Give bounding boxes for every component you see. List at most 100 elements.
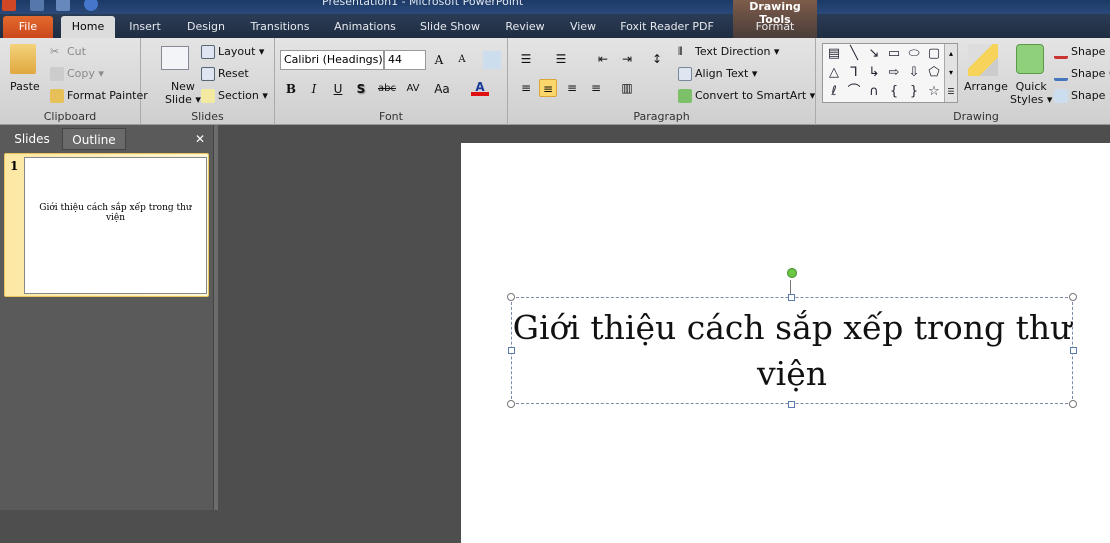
elbow-connector-icon[interactable]: ⅂ xyxy=(845,65,863,81)
tab-slides[interactable]: Slides xyxy=(4,128,60,150)
slide-thumbnail-1[interactable]: 1 Giới thiệu cách sắp xếp trong thư viện xyxy=(4,153,209,297)
underline-button[interactable]: U xyxy=(329,80,347,98)
tab-outline[interactable]: Outline xyxy=(62,128,126,150)
arrange-icon[interactable] xyxy=(968,44,998,76)
shadow-button[interactable]: S xyxy=(352,80,370,98)
cut-button[interactable]: ✂ Cut xyxy=(50,45,86,59)
align-text-button[interactable]: Align Text ▾ xyxy=(678,67,757,81)
decrease-indent-icon[interactable]: ⇤ xyxy=(594,50,612,68)
font-size-select[interactable]: 44 xyxy=(384,50,426,70)
resize-handle-l[interactable] xyxy=(508,347,515,354)
right-arrow-shape-icon[interactable]: ⇨ xyxy=(885,65,903,81)
pencil-icon xyxy=(1054,67,1068,81)
star-shape-icon[interactable]: ☆ xyxy=(925,84,943,100)
increase-indent-icon[interactable]: ⇥ xyxy=(618,50,636,68)
arrow-line-shape-icon[interactable]: ↘ xyxy=(865,46,883,62)
new-slide-button[interactable]: New Slide ▾ xyxy=(165,80,201,106)
resize-handle-br[interactable] xyxy=(1069,400,1077,408)
layout-icon xyxy=(201,45,215,59)
rectangle-shape-icon[interactable]: ▭ xyxy=(885,46,903,62)
fill-bucket-icon xyxy=(1054,45,1068,59)
grow-font-icon[interactable]: A xyxy=(430,51,448,69)
reset-button[interactable]: Reset xyxy=(201,67,249,81)
line-spacing-icon[interactable]: ↕ xyxy=(648,50,666,68)
left-brace-shape-icon[interactable]: { xyxy=(885,84,903,100)
paste-icon[interactable] xyxy=(10,44,36,74)
columns-icon[interactable]: ▥ xyxy=(618,79,636,97)
font-color-button[interactable]: A xyxy=(471,78,489,96)
right-brace-shape-icon[interactable]: } xyxy=(905,84,923,100)
resize-handle-b[interactable] xyxy=(788,401,795,408)
resize-handle-tr[interactable] xyxy=(1069,293,1077,301)
resize-handle-bl[interactable] xyxy=(507,400,515,408)
numbering-icon[interactable]: ☰ xyxy=(552,50,570,68)
shape-outline-button[interactable]: Shape Outline xyxy=(1054,67,1110,81)
font-family-select[interactable]: Calibri (Headings) xyxy=(280,50,384,70)
down-arrow-shape-icon[interactable]: ⇩ xyxy=(905,65,923,81)
freeform-shape-icon[interactable]: ℓ xyxy=(825,84,843,100)
justify-icon[interactable]: ≡ xyxy=(587,79,605,97)
align-right-icon[interactable]: ≡ xyxy=(563,79,581,97)
quick-styles-button[interactable]: Quick Styles ▾ xyxy=(1010,80,1052,106)
arrange-button[interactable]: Arrange xyxy=(964,80,1008,93)
align-left-icon[interactable]: ≡ xyxy=(517,79,535,97)
new-slide-icon[interactable] xyxy=(161,46,189,70)
align-center-icon[interactable]: ≡ xyxy=(539,79,557,97)
shape-effects-button[interactable]: Shape Effects xyxy=(1054,89,1110,103)
arc-shape-icon[interactable]: ⌒ xyxy=(845,84,863,100)
layout-button[interactable]: Layout ▾ xyxy=(201,45,264,59)
tab-foxit[interactable]: Foxit Reader PDF xyxy=(614,16,720,38)
slide-title-text[interactable]: Giới thiệu cách sắp xếp trong thư viện xyxy=(511,305,1073,397)
section-button[interactable]: Section ▾ xyxy=(201,89,268,103)
rotation-handle[interactable] xyxy=(787,268,797,278)
shapes-gallery[interactable]: ▤ ╲ ↘ ▭ ⬭ ▢ △ ⅂ ↳ ⇨ ⇩ ⬠ ℓ ⌒ ∩ { } ☆ ▴ ▾ ☰ xyxy=(822,43,958,103)
oval-shape-icon[interactable]: ⬭ xyxy=(905,46,923,62)
text-direction-button[interactable]: ⫴ Text Direction ▾ xyxy=(678,45,779,59)
resize-handle-tl[interactable] xyxy=(507,293,515,301)
close-panel-icon[interactable]: ✕ xyxy=(190,128,210,150)
panel-splitter[interactable] xyxy=(213,125,218,510)
bold-button[interactable]: B xyxy=(282,80,300,98)
save-icon[interactable] xyxy=(30,0,44,11)
change-case-button[interactable]: Aa xyxy=(431,80,453,98)
tab-animations[interactable]: Animations xyxy=(325,16,405,38)
textbox-shape-icon[interactable]: ▤ xyxy=(825,46,843,62)
snip-rect-shape-icon[interactable]: ⬠ xyxy=(925,65,943,81)
copy-label: Copy xyxy=(67,67,95,80)
gallery-scrollbar[interactable]: ▴ ▾ ☰ xyxy=(944,44,957,102)
copy-button[interactable]: Copy ▾ xyxy=(50,67,104,81)
curve-shape-icon[interactable]: ∩ xyxy=(865,84,883,100)
strikethrough-button[interactable]: abc xyxy=(375,80,399,98)
triangle-shape-icon[interactable]: △ xyxy=(825,65,843,81)
shrink-font-icon[interactable]: A xyxy=(453,51,471,69)
shape-effects-label: Shape Effects xyxy=(1071,89,1110,102)
quick-styles-icon[interactable] xyxy=(1016,44,1044,74)
shape-fill-button[interactable]: Shape Fill xyxy=(1054,45,1110,59)
bullets-icon[interactable]: ☰ xyxy=(517,50,535,68)
tab-insert[interactable]: Insert xyxy=(122,16,168,38)
character-spacing-button[interactable]: AV xyxy=(402,80,424,98)
new-slide-label-2: Slide xyxy=(165,93,192,106)
resize-handle-r[interactable] xyxy=(1070,347,1077,354)
line-shape-icon[interactable]: ╲ xyxy=(845,46,863,62)
resize-handle-t[interactable] xyxy=(788,294,795,301)
format-painter-button[interactable]: Format Painter xyxy=(50,89,148,103)
clear-formatting-icon[interactable] xyxy=(483,51,501,69)
tab-review[interactable]: Review xyxy=(500,16,550,38)
tab-slide-show[interactable]: Slide Show xyxy=(410,16,490,38)
elbow-arrow-icon[interactable]: ↳ xyxy=(865,65,883,81)
undo-icon[interactable] xyxy=(56,0,70,11)
tab-file[interactable]: File xyxy=(3,16,53,38)
rounded-rect-shape-icon[interactable]: ▢ xyxy=(925,46,943,62)
shape-outline-label: Shape Outline xyxy=(1071,67,1110,80)
paste-button[interactable]: Paste xyxy=(10,80,40,93)
text-direction-label: Text Direction xyxy=(695,45,771,58)
convert-smartart-button[interactable]: Convert to SmartArt ▾ xyxy=(678,89,815,103)
italic-button[interactable]: I xyxy=(305,80,323,98)
tab-format[interactable]: Format xyxy=(733,16,817,38)
tab-view[interactable]: View xyxy=(560,16,606,38)
tab-transitions[interactable]: Transitions xyxy=(240,16,320,38)
redo-icon[interactable] xyxy=(84,0,98,11)
tab-home[interactable]: Home xyxy=(61,16,115,38)
tab-design[interactable]: Design xyxy=(178,16,234,38)
